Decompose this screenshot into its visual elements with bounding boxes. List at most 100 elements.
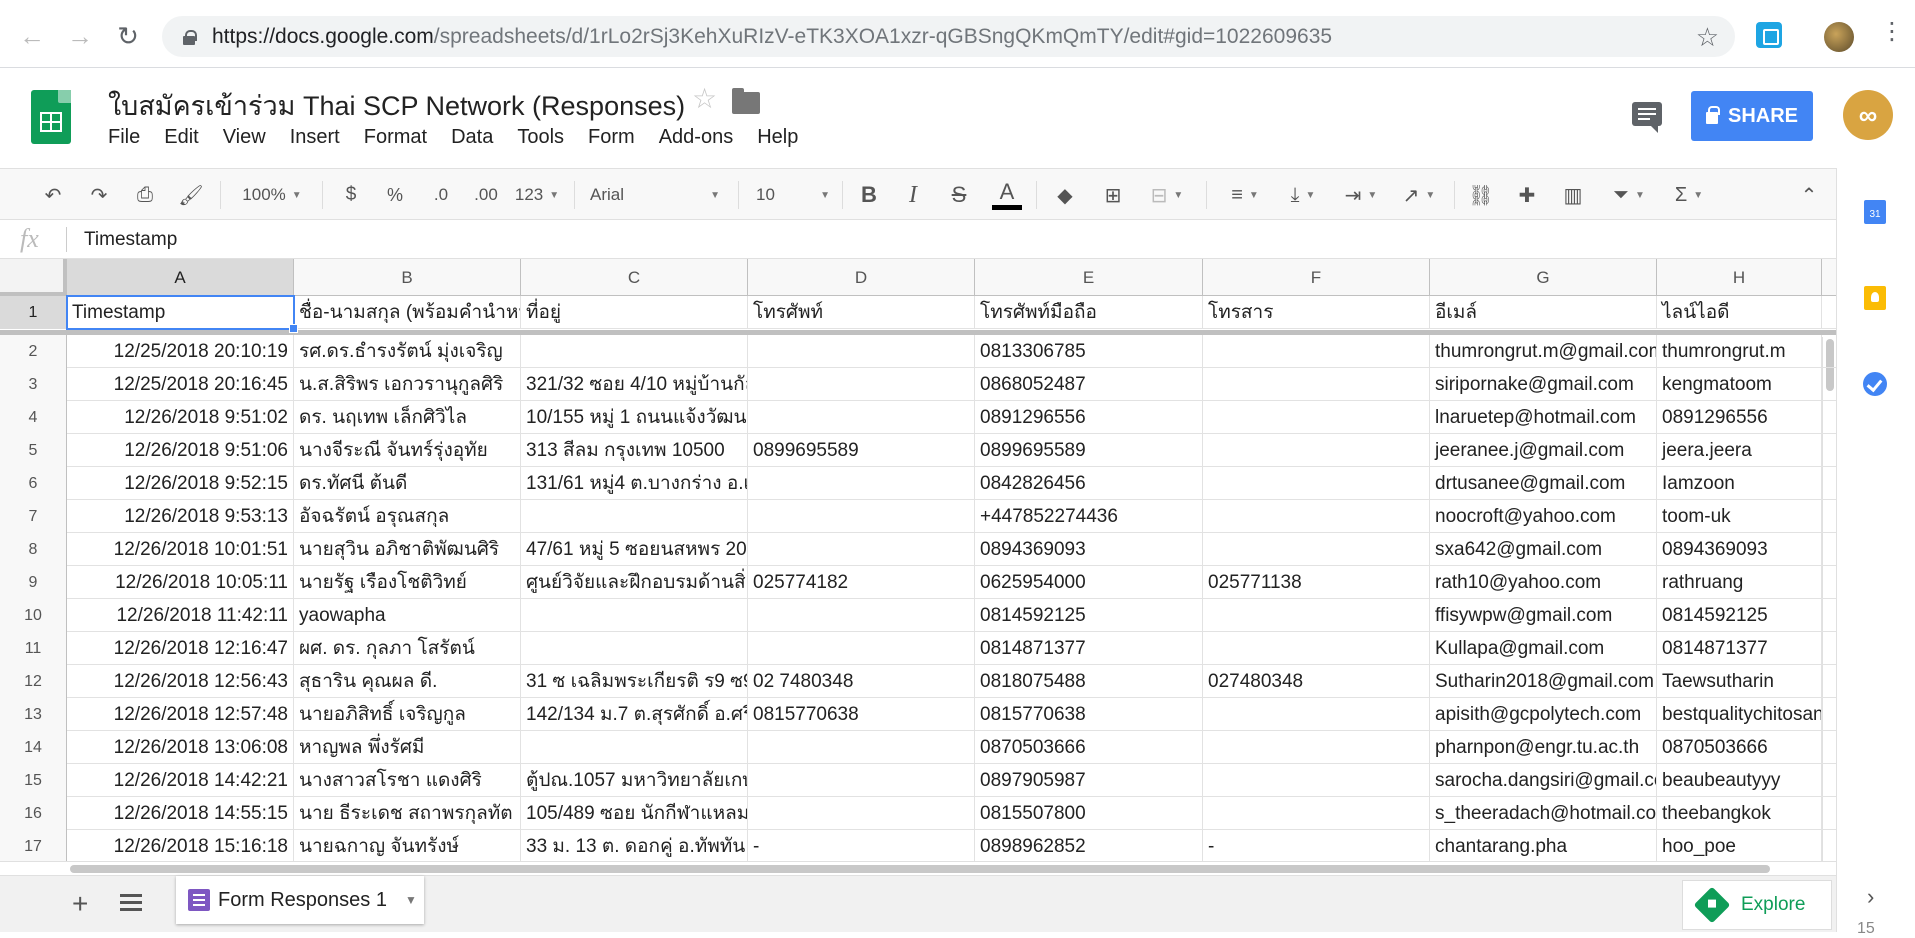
cell-g[interactable]: jeeranee.j@gmail.com xyxy=(1430,434,1657,467)
cell-f[interactable] xyxy=(1203,698,1430,731)
cell-f[interactable] xyxy=(1203,401,1430,434)
menu-file[interactable]: File xyxy=(108,126,152,149)
cell-d[interactable] xyxy=(748,335,975,368)
back-arrow-icon[interactable]: ← xyxy=(14,18,50,54)
cell-a[interactable]: 12/26/2018 12:57:48 xyxy=(67,698,294,731)
column-header-a[interactable]: A xyxy=(67,259,294,296)
bookmark-star-icon[interactable]: ☆ xyxy=(1696,22,1719,53)
cell-g[interactable]: chantarang.pha xyxy=(1430,830,1657,861)
cell-e[interactable]: 0899695589 xyxy=(975,434,1203,467)
cell-h[interactable]: beaubeautyyy xyxy=(1657,764,1822,797)
cell-g[interactable]: sarocha.dangsiri@gmail.com xyxy=(1430,764,1657,797)
vertical-align-icon[interactable]: ⤓ ▼ xyxy=(1280,169,1326,221)
reload-icon[interactable]: ↻ xyxy=(110,18,146,54)
insert-chart-icon[interactable]: ▥ xyxy=(1558,169,1588,221)
tasks-icon[interactable] xyxy=(1863,372,1887,396)
menu-form[interactable]: Form xyxy=(576,126,647,149)
cell-e[interactable]: โทรศัพท์มือถือ xyxy=(975,296,1203,329)
cell-a[interactable]: 12/26/2018 9:52:15 xyxy=(67,467,294,500)
star-doc-icon[interactable]: ☆ xyxy=(692,82,717,115)
cell-h[interactable]: kengmatoom xyxy=(1657,368,1822,401)
cell-e[interactable]: 0891296556 xyxy=(975,401,1203,434)
cell-h[interactable]: Taewsutharin xyxy=(1657,665,1822,698)
text-rotation-icon[interactable]: ↗ ▼ xyxy=(1396,169,1442,221)
cell-d[interactable] xyxy=(748,467,975,500)
calendar-icon[interactable]: 31 xyxy=(1864,200,1886,224)
keep-icon[interactable] xyxy=(1864,286,1886,310)
cell-g[interactable]: pharnpon@engr.tu.ac.th xyxy=(1430,731,1657,764)
cell-h[interactable]: bestqualitychitosan xyxy=(1657,698,1822,731)
row-header[interactable]: 3 xyxy=(0,368,67,401)
row-header[interactable]: 13 xyxy=(0,698,67,731)
doc-title[interactable]: ใบสมัครเข้าร่วม Thai SCP Network (Respon… xyxy=(108,84,685,127)
cell-d[interactable] xyxy=(748,599,975,632)
cell-h[interactable]: jeera.jeera xyxy=(1657,434,1822,467)
move-to-folder-icon[interactable] xyxy=(732,88,760,114)
cell-d[interactable] xyxy=(748,764,975,797)
cell-d[interactable] xyxy=(748,797,975,830)
functions-button[interactable]: Σ ▼ xyxy=(1664,169,1714,221)
cell-g[interactable]: rath10@yahoo.com xyxy=(1430,566,1657,599)
cell-h[interactable]: 0814871377 xyxy=(1657,632,1822,665)
cell-f[interactable] xyxy=(1203,599,1430,632)
font-size-select[interactable]: 10 ▼ xyxy=(756,169,830,221)
cell-h[interactable]: hoo_poe xyxy=(1657,830,1822,861)
row-header[interactable]: 8 xyxy=(0,533,67,566)
cell-d[interactable] xyxy=(748,401,975,434)
cell-a[interactable]: 12/26/2018 13:06:08 xyxy=(67,731,294,764)
extension-icon[interactable] xyxy=(1756,22,1782,48)
cell-c[interactable]: 31 ซ เฉลิมพระเกียรติ ร9 ซ9 xyxy=(521,665,748,698)
column-header-b[interactable]: B xyxy=(294,259,521,296)
cell-b[interactable]: นาย ธีระเดช สถาพรกุลทัต xyxy=(294,797,521,830)
cell-b[interactable]: นางจีระณี จันทร์รุ่งอุทัย xyxy=(294,434,521,467)
cell-e[interactable]: 0897905987 xyxy=(975,764,1203,797)
row-header[interactable]: 1 xyxy=(0,296,67,329)
explore-button[interactable]: Explore xyxy=(1682,880,1832,930)
cell-e[interactable]: 0894369093 xyxy=(975,533,1203,566)
sheets-logo-icon[interactable] xyxy=(31,90,71,144)
cell-h[interactable]: Iamzoon xyxy=(1657,467,1822,500)
address-bar[interactable]: https://docs.google.com/spreadsheets/d/1… xyxy=(162,16,1735,57)
cell-e[interactable]: 0813306785 xyxy=(975,335,1203,368)
menu-edit[interactable]: Edit xyxy=(152,126,210,149)
row-header[interactable]: 5 xyxy=(0,434,67,467)
cell-b[interactable]: อัจฉรัตน์ อรุณสกุล xyxy=(294,500,521,533)
cell-d[interactable]: 0815770638 xyxy=(748,698,975,731)
cell-b[interactable]: นายสุวิน อภิชาติพัฒนศิริ xyxy=(294,533,521,566)
row-header[interactable]: 17 xyxy=(0,830,67,861)
cell-a[interactable]: 12/25/2018 20:16:45 xyxy=(67,368,294,401)
strikethrough-button[interactable]: S xyxy=(946,169,972,221)
cell-c[interactable] xyxy=(521,335,748,368)
row-header[interactable]: 7 xyxy=(0,500,67,533)
cell-f[interactable] xyxy=(1203,500,1430,533)
cell-c[interactable] xyxy=(521,632,748,665)
more-formats-select[interactable]: 123 ▼ xyxy=(512,169,562,221)
cell-a[interactable]: 12/26/2018 9:51:02 xyxy=(67,401,294,434)
decrease-decimal-button[interactable]: .0 xyxy=(424,169,458,221)
cell-g[interactable]: s_theeradach@hotmail.com xyxy=(1430,797,1657,830)
zoom-select[interactable]: 100% ▼ xyxy=(232,169,312,221)
cell-b[interactable]: ผศ. ดร. กุลภา โสรัตน์ xyxy=(294,632,521,665)
menu-format[interactable]: Format xyxy=(352,126,439,149)
cell-a[interactable]: Timestamp xyxy=(67,296,294,329)
menu-addons[interactable]: Add-ons xyxy=(647,126,746,149)
row-header[interactable]: 14 xyxy=(0,731,67,764)
menu-insert[interactable]: Insert xyxy=(278,126,352,149)
cell-c[interactable] xyxy=(521,599,748,632)
sheet-tab-menu-icon[interactable]: ▼ xyxy=(405,893,417,907)
cell-d[interactable] xyxy=(748,632,975,665)
cell-c[interactable]: 10/155 หมู่ 1 ถนนแจ้งวัฒนะ ทุ่งสองห้อง ห… xyxy=(521,401,748,434)
redo-icon[interactable]: ↷ xyxy=(84,169,114,221)
text-color-button[interactable]: A xyxy=(990,169,1024,221)
cell-b[interactable]: หาญพล พึ่งรัศมี xyxy=(294,731,521,764)
cell-e[interactable]: 0870503666 xyxy=(975,731,1203,764)
cell-f[interactable]: - xyxy=(1203,830,1430,861)
cell-e[interactable]: 0842826456 xyxy=(975,467,1203,500)
cell-a[interactable]: 12/26/2018 15:16:18 xyxy=(67,830,294,861)
column-header-h[interactable]: H xyxy=(1657,259,1822,296)
fill-color-icon[interactable]: ◆ xyxy=(1050,169,1080,221)
cell-c[interactable]: ที่อยู่ xyxy=(521,296,748,329)
cell-b[interactable]: นายอภิสิทธิ์ เจริญกูล xyxy=(294,698,521,731)
cell-g[interactable]: apisith@gcpolytech.com xyxy=(1430,698,1657,731)
cell-g[interactable]: thumrongrut.m@gmail.com xyxy=(1430,335,1657,368)
